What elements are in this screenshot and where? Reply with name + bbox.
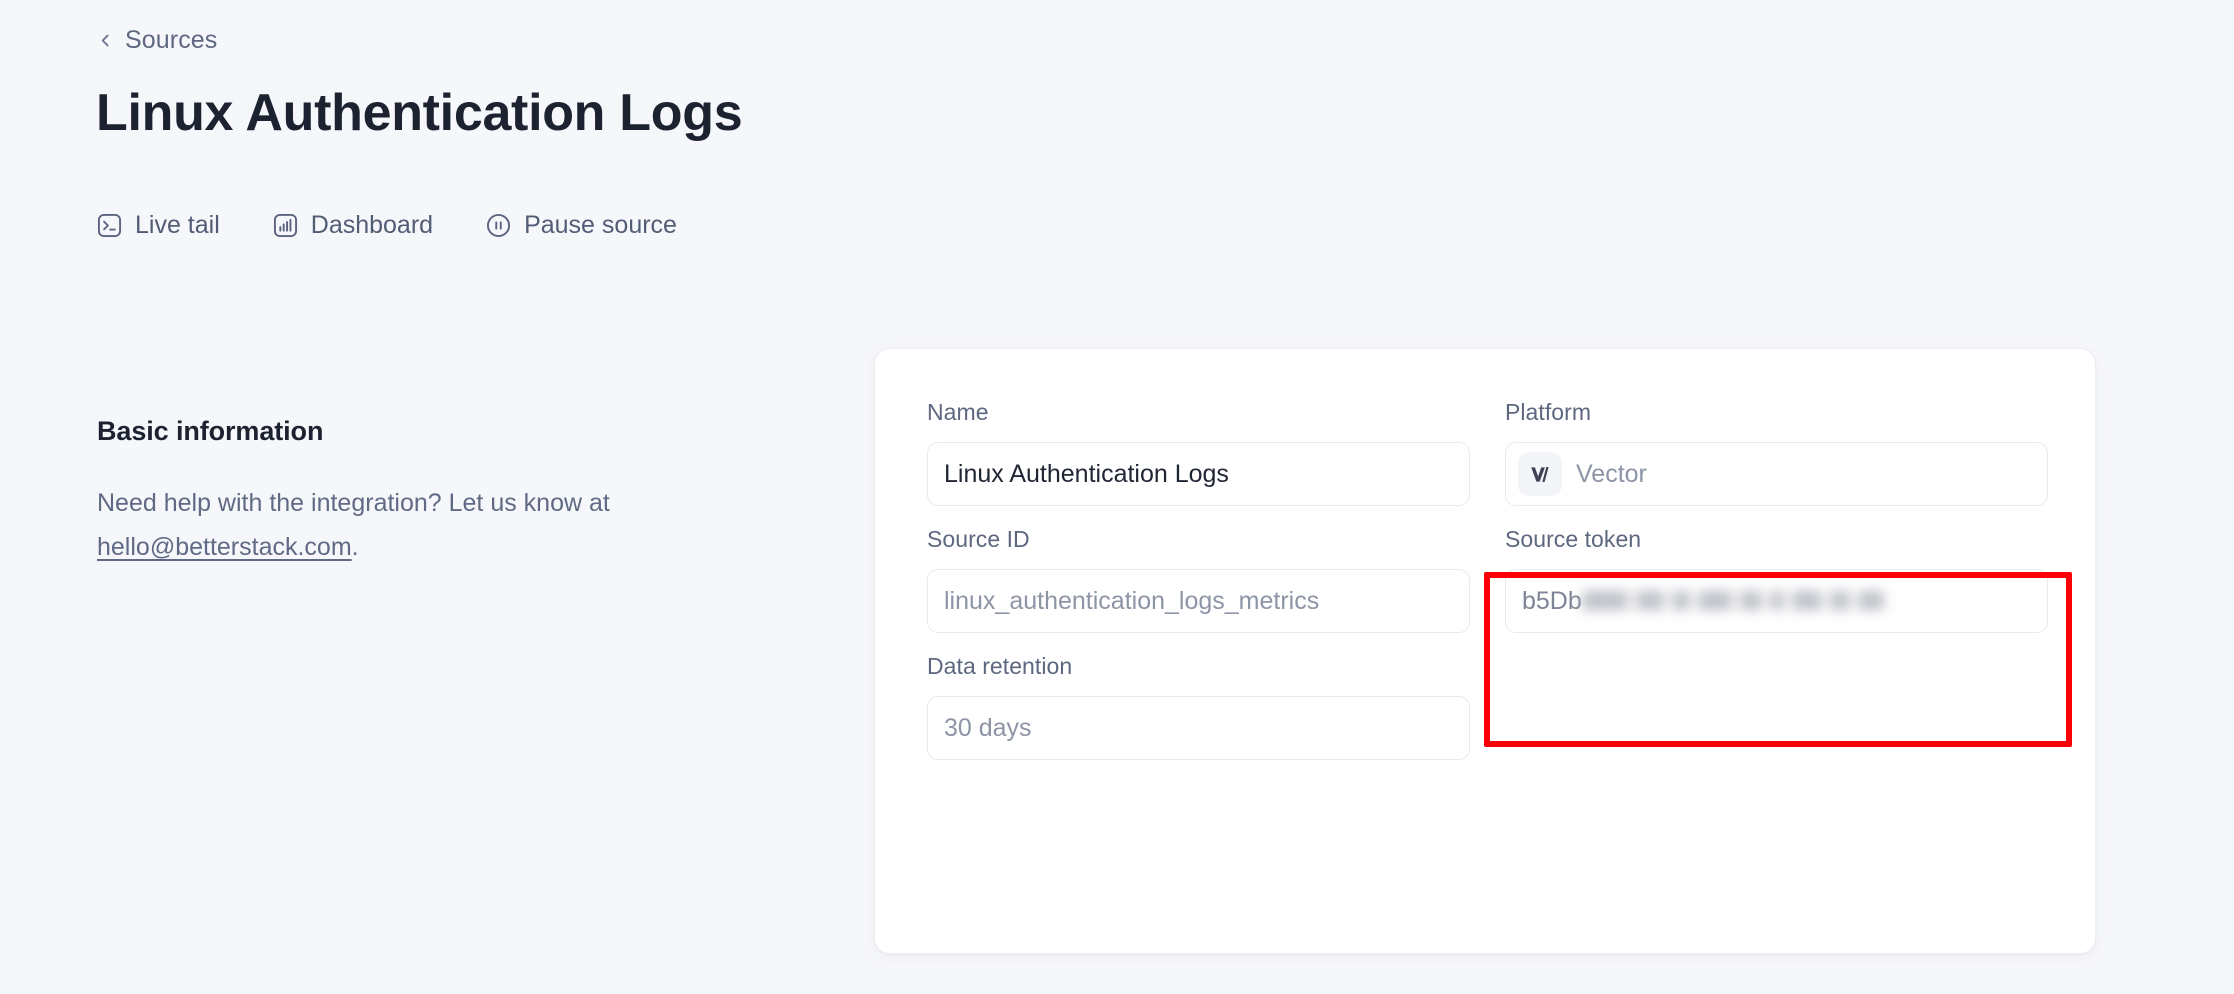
source-id-label: Source ID	[927, 526, 1030, 552]
source-id-value: linux_authentication_logs_metrics	[944, 588, 1320, 614]
page-title: Linux Authentication Logs	[96, 84, 743, 142]
vector-logo-icon	[1518, 452, 1562, 496]
source-id-input[interactable]: linux_authentication_logs_metrics	[927, 569, 1470, 633]
source-token-redaction	[1581, 583, 1892, 619]
data-retention-label: Data retention	[927, 653, 1073, 679]
dashboard-label: Dashboard	[310, 211, 434, 239]
basic-information-section: Basic information Need help with the int…	[97, 415, 737, 569]
field-source-id: Source ID linux_authentication_logs_metr…	[927, 528, 1470, 633]
source-settings-page: Sources Linux Authentication Logs Live t…	[0, 0, 2234, 994]
live-tail-label: Live tail	[135, 211, 220, 239]
terminal-icon	[96, 212, 123, 239]
breadcrumb-label: Sources	[125, 26, 218, 54]
data-retention-input[interactable]: 30 days	[927, 696, 1470, 760]
field-platform: Platform Vector	[1505, 401, 2048, 506]
pause-source-button[interactable]: Pause source	[485, 212, 677, 239]
bar-chart-icon	[272, 212, 299, 239]
chevron-left-icon	[97, 32, 114, 49]
live-tail-button[interactable]: Live tail	[96, 212, 220, 239]
description-prefix: Need help with the integration? Let us k…	[97, 489, 610, 518]
settings-form: Name Linux Authentication Logs Platform	[927, 401, 2048, 782]
source-token-label: Source token	[1505, 526, 1642, 552]
platform-label: Platform	[1505, 399, 1592, 425]
platform-value: Vector	[1576, 461, 1647, 487]
source-token-input[interactable]: b5Db	[1505, 569, 2048, 633]
name-input-value: Linux Authentication Logs	[944, 461, 1229, 487]
page-action-bar: Live tail Dashboard Pause source	[96, 212, 677, 239]
card-content: Name Linux Authentication Logs Platform	[927, 401, 2048, 913]
field-source-token: Source token b5Db	[1505, 528, 2048, 633]
section-description: Need help with the integration? Let us k…	[97, 481, 697, 569]
source-token-visible-text: b5Db	[1522, 586, 1582, 615]
basic-information-card: Name Linux Authentication Logs Platform	[874, 348, 2096, 954]
support-email-link[interactable]: hello@betterstack.com	[97, 533, 352, 561]
source-token-value: b5Db	[1522, 583, 1892, 619]
description-suffix: .	[351, 533, 359, 562]
pause-source-label: Pause source	[524, 211, 677, 239]
field-data-retention: Data retention 30 days	[927, 655, 1470, 760]
data-retention-value: 30 days	[944, 715, 1032, 741]
dashboard-button[interactable]: Dashboard	[272, 212, 433, 239]
name-label: Name	[927, 399, 989, 425]
section-heading: Basic information	[97, 416, 324, 446]
platform-select[interactable]: Vector	[1505, 442, 2048, 506]
field-name: Name Linux Authentication Logs	[927, 401, 1470, 506]
breadcrumb-sources-link[interactable]: Sources	[97, 28, 217, 53]
pause-circle-icon	[485, 212, 512, 239]
name-input[interactable]: Linux Authentication Logs	[927, 442, 1470, 506]
